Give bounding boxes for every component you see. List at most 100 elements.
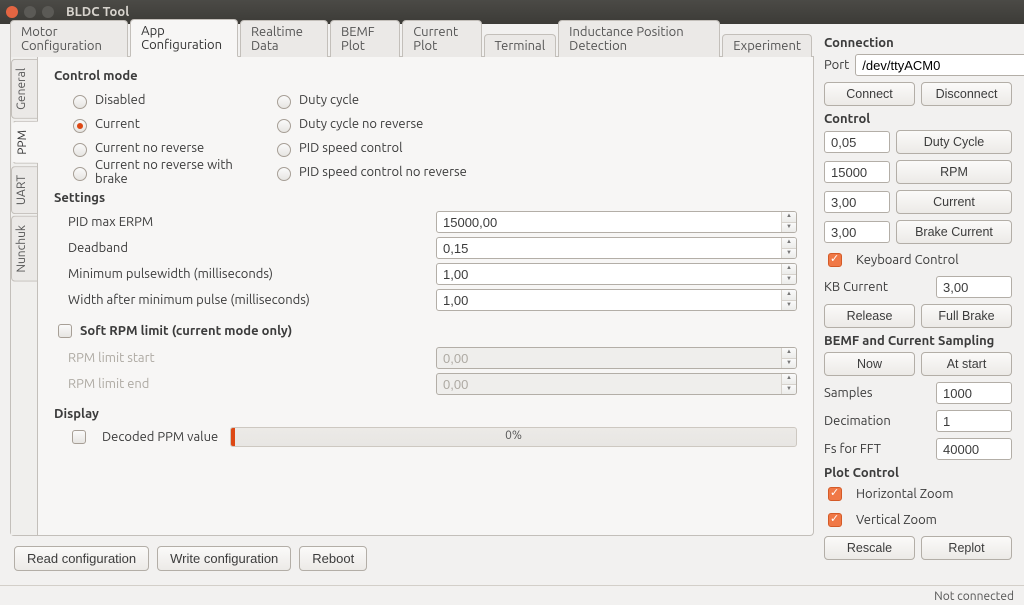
window-close-icon[interactable] [6,6,18,18]
tab-current-plot[interactable]: Current Plot [402,20,481,57]
spin-up-icon[interactable]: ▲ [782,264,796,275]
ctrlmode-duty-no-reverse-radio[interactable] [277,119,291,133]
fs-fft-spinner[interactable]: ▲▼ [936,438,1012,460]
duty-input[interactable] [825,132,890,152]
horizontal-zoom-checkbox[interactable] [828,487,842,501]
port-input[interactable] [855,54,1024,76]
spin-down-icon[interactable]: ▼ [782,301,796,311]
decoded-ppm-label: Decoded PPM value [102,430,222,444]
write-configuration-button[interactable]: Write configuration [157,546,291,571]
keyboard-control-checkbox[interactable] [828,253,842,267]
brake-current-input[interactable] [825,222,890,242]
kb-current-input[interactable] [937,277,1012,297]
pid-max-erpm-spinner[interactable]: ▲▼ [436,211,797,233]
spin-down-icon: ▼ [782,359,796,369]
duty-spinner[interactable]: ▲▼ [824,131,890,153]
rpm-spinner[interactable]: ▲▼ [824,161,890,183]
spin-down-icon: ▼ [782,385,796,395]
ctrlmode-duty-cycle-radio[interactable] [277,95,291,109]
min-pulsewidth-input[interactable] [437,264,781,284]
side-tab-ppm[interactable]: PPM [12,121,38,164]
duty-cycle-button[interactable]: Duty Cycle [896,130,1012,154]
ctrlmode-current-no-reverse-brake[interactable]: Current no reverse with brake [68,161,268,183]
side-tab-general[interactable]: General [11,59,37,119]
side-tab-uart[interactable]: UART [11,166,37,214]
ctrlmode-current[interactable]: Current [68,113,268,135]
read-configuration-button[interactable]: Read configuration [14,546,149,571]
main-tabs: Motor Configuration App Configuration Re… [10,30,814,57]
current-spinner[interactable]: ▲▼ [824,191,890,213]
samples-input[interactable] [937,383,1012,403]
ctrlmode-duty-no-reverse[interactable]: Duty cycle no reverse [272,113,532,135]
current-button[interactable]: Current [896,190,1012,214]
ctrlmode-current-no-reverse-brake-radio[interactable] [73,167,87,181]
bemf-now-button[interactable]: Now [824,352,915,376]
tab-bemf-plot[interactable]: BEMF Plot [330,20,400,57]
rpm-button[interactable]: RPM [896,160,1012,184]
samples-label: Samples [824,386,930,400]
disconnect-button[interactable]: Disconnect [921,82,1012,106]
spin-down-icon[interactable]: ▼ [782,275,796,285]
ctrlmode-pid-speed-radio[interactable] [277,143,291,157]
spin-down-icon[interactable]: ▼ [782,249,796,259]
samples-spinner[interactable]: ▲▼ [936,382,1012,404]
tab-experiment[interactable]: Experiment [722,34,812,57]
ctrlmode-pid-speed-no-reverse[interactable]: PID speed control no reverse [272,161,532,183]
decimation-spinner[interactable]: ▲▼ [936,410,1012,432]
tab-app-configuration[interactable]: App Configuration [130,19,238,57]
soft-rpm-checkbox[interactable] [58,324,72,338]
keyboard-control-label: Keyboard Control [856,253,959,267]
fs-fft-input[interactable] [937,439,1012,459]
ctrlmode-pid-speed-no-reverse-radio[interactable] [277,167,291,181]
ctrlmode-pid-speed-label: PID speed control [299,141,403,155]
ctrlmode-duty-cycle[interactable]: Duty cycle [272,89,532,111]
rpm-limit-end-label: RPM limit end [68,377,428,391]
spin-up-icon: ▲ [782,374,796,385]
current-input[interactable] [825,192,890,212]
pid-max-erpm-input[interactable] [437,212,781,232]
decoded-ppm-checkbox[interactable] [72,430,86,444]
settings-title: Settings [54,191,797,205]
side-tab-nunchuk[interactable]: Nunchuk [11,216,37,282]
ctrlmode-current-no-reverse-radio[interactable] [73,143,87,157]
ctrlmode-current-radio[interactable] [73,119,87,133]
spin-up-icon[interactable]: ▲ [782,238,796,249]
deadband-spinner[interactable]: ▲▼ [436,237,797,259]
width-after-min-spinner[interactable]: ▲▼ [436,289,797,311]
status-text: Not connected [934,590,1014,603]
spin-up-icon[interactable]: ▲ [782,290,796,301]
window-minimize-icon[interactable] [24,6,36,18]
window-maximize-icon[interactable] [42,6,54,18]
decimation-label: Decimation [824,414,930,428]
full-brake-button[interactable]: Full Brake [921,304,1012,328]
release-button[interactable]: Release [824,304,915,328]
ctrlmode-disabled[interactable]: Disabled [68,89,268,111]
deadband-input[interactable] [437,238,781,258]
decoded-ppm-percent: 0% [231,429,796,442]
brake-current-spinner[interactable]: ▲▼ [824,221,890,243]
spin-up-icon[interactable]: ▲ [782,212,796,223]
ctrlmode-pid-speed[interactable]: PID speed control [272,137,532,159]
spin-down-icon[interactable]: ▼ [782,223,796,233]
decimation-input[interactable] [937,411,1012,431]
rescale-button[interactable]: Rescale [824,536,915,560]
min-pulsewidth-spinner[interactable]: ▲▼ [436,263,797,285]
rpm-input[interactable] [825,162,890,182]
kb-current-spinner[interactable]: ▲▼ [936,276,1012,298]
width-after-min-input[interactable] [437,290,781,310]
reboot-button[interactable]: Reboot [299,546,367,571]
tab-terminal[interactable]: Terminal [484,34,557,57]
replot-button[interactable]: Replot [921,536,1012,560]
ctrlmode-disabled-label: Disabled [95,93,145,107]
brake-current-button[interactable]: Brake Current [896,220,1012,244]
bemf-at-start-button[interactable]: At start [921,352,1012,376]
ctrlmode-disabled-radio[interactable] [73,95,87,109]
tab-motor-configuration[interactable]: Motor Configuration [10,20,128,57]
vertical-zoom-checkbox[interactable] [828,513,842,527]
vertical-zoom-label: Vertical Zoom [856,513,937,527]
tab-realtime-data[interactable]: Realtime Data [240,20,328,57]
tab-inductance-position-detection[interactable]: Inductance Position Detection [558,20,720,57]
connect-button[interactable]: Connect [824,82,915,106]
ctrlmode-current-no-reverse[interactable]: Current no reverse [68,137,268,159]
kb-current-label: KB Current [824,280,930,294]
